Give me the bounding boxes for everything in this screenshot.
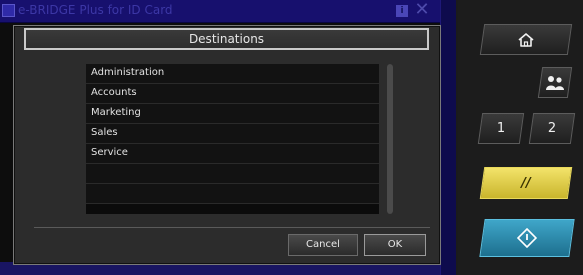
home-button[interactable] (479, 24, 573, 55)
touch-screen: e-BRIDGE Plus for ID Card i ✕ Destinatio… (0, 0, 456, 275)
destinations-dialog: Destinations Administration Accounts Mar… (13, 25, 441, 265)
app-title: e-BRIDGE Plus for ID Card (18, 3, 173, 17)
app-title-bar: e-BRIDGE Plus for ID Card i ✕ (0, 0, 440, 23)
close-icon[interactable]: ✕ (413, 1, 431, 19)
list-item[interactable]: Service (86, 144, 379, 164)
function-2-label: 2 (547, 121, 557, 136)
list-scrollbar[interactable] (387, 64, 393, 214)
list-item-empty (86, 164, 379, 184)
list-item-label: Marketing (91, 107, 141, 118)
ok-button[interactable]: OK (364, 234, 426, 256)
reset-button[interactable]: // (479, 167, 573, 199)
dialog-divider (34, 227, 430, 228)
screen-side-bar (440, 0, 456, 275)
start-button[interactable] (479, 219, 575, 257)
list-item-empty (86, 184, 379, 204)
user-login-button[interactable] (537, 67, 573, 98)
function-1-label: 1 (496, 121, 506, 136)
reset-icon: // (521, 175, 531, 191)
control-panel: 1 2 // (458, 0, 583, 275)
scrollbar-thumb[interactable] (387, 64, 393, 214)
list-item[interactable]: Marketing (86, 104, 379, 124)
cancel-button[interactable]: Cancel (288, 234, 358, 256)
list-item[interactable]: Sales (86, 124, 379, 144)
function-2-button[interactable]: 2 (528, 113, 576, 144)
function-1-button[interactable]: 1 (477, 113, 525, 144)
destinations-list: Administration Accounts Marketing Sales … (86, 64, 379, 214)
list-item[interactable]: Accounts (86, 84, 379, 104)
dialog-header: Destinations (24, 28, 429, 50)
list-item-label: Sales (91, 127, 118, 138)
list-item-label: Accounts (91, 87, 137, 98)
home-icon (518, 32, 534, 47)
list-item-label: Administration (91, 67, 165, 78)
info-icon[interactable]: i (396, 5, 408, 17)
start-diamond-icon (517, 228, 537, 248)
dialog-title: Destinations (188, 32, 265, 46)
users-icon (546, 75, 564, 90)
app-icon (2, 4, 15, 17)
list-item-label: Service (91, 147, 128, 158)
list-item[interactable]: Administration (86, 64, 379, 84)
